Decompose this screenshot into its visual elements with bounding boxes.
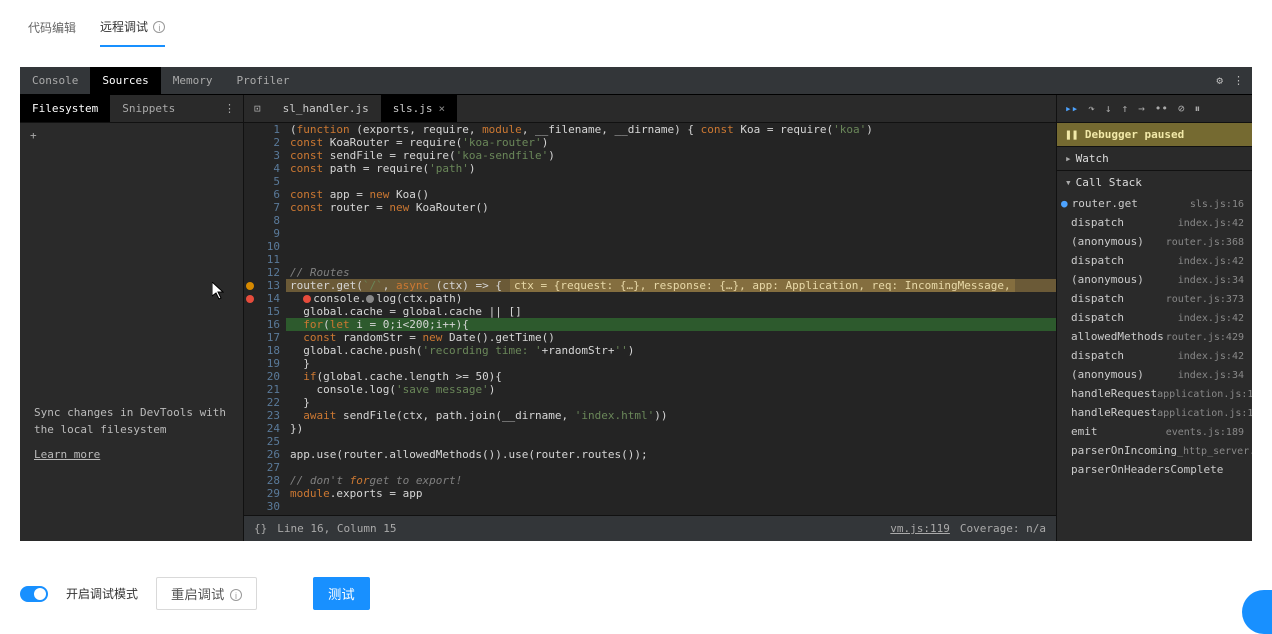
help-fab[interactable] xyxy=(1242,590,1272,634)
devtools-panel: Console Sources Memory Profiler ⚙ ⋮ File… xyxy=(20,67,1252,541)
deactivate-bp-icon[interactable]: •• xyxy=(1155,102,1168,115)
callstack-frame[interactable]: dispatchindex.js:42 xyxy=(1057,213,1252,232)
page-tabs: 代码编辑 远程调试 i xyxy=(0,0,1272,47)
debugger-toolbar: ▸▸ ↷ ↓ ↑ → •• ⊘ ⏸ xyxy=(1057,95,1252,123)
tab-remote-debug[interactable]: 远程调试 i xyxy=(100,10,165,47)
step-out-icon[interactable]: ↑ xyxy=(1122,102,1129,115)
debugger-paused-banner: ❚❚ Debugger paused xyxy=(1057,123,1252,146)
add-folder-button[interactable]: + xyxy=(20,123,243,148)
vm-link[interactable]: vm.js:119 xyxy=(890,522,950,535)
callstack-frame[interactable]: handleRequestapplication.js:168 xyxy=(1057,384,1252,403)
file-nav-icon[interactable]: ⊡ xyxy=(244,102,271,115)
restart-debug-button[interactable]: 重启调试 i xyxy=(156,577,257,610)
callstack-frame[interactable]: allowedMethodsrouter.js:429 xyxy=(1057,327,1252,346)
callstack-frame[interactable]: parserOnIncoming_http_server.js:676 xyxy=(1057,441,1252,460)
callstack-frame[interactable]: (anonymous)index.js:34 xyxy=(1057,365,1252,384)
step-into-icon[interactable]: ↓ xyxy=(1105,102,1112,115)
file-tab-sls[interactable]: sls.js × xyxy=(381,95,457,122)
bottom-bar: 开启调试模式 重启调试 i 测试 xyxy=(0,561,1272,626)
debug-pause-icon[interactable]: ⏸ xyxy=(1195,102,1201,116)
sidebar-more-icon[interactable]: ⋮ xyxy=(216,102,243,115)
tab-memory[interactable]: Memory xyxy=(161,67,225,94)
tab-code-edit[interactable]: 代码编辑 xyxy=(28,11,76,46)
test-button[interactable]: 测试 xyxy=(313,577,370,610)
tab-sources[interactable]: Sources xyxy=(90,67,160,94)
callstack-frame[interactable]: dispatchrouter.js:373 xyxy=(1057,289,1252,308)
editor-pane: ⊡ sl_handler.js sls.js × 123456789101112… xyxy=(244,95,1056,541)
callstack-frame[interactable]: dispatchindex.js:42 xyxy=(1057,251,1252,270)
debugger-panel: ▸▸ ↷ ↓ ↑ → •• ⊘ ⏸ ❚❚ Debugger paused ▸Wa… xyxy=(1056,95,1252,541)
info-icon[interactable]: i xyxy=(153,21,165,33)
code-area[interactable]: (function (exports, require, module, __f… xyxy=(286,123,1056,515)
callstack-frame[interactable]: emitevents.js:189 xyxy=(1057,422,1252,441)
pause-exception-icon[interactable]: ⊘ xyxy=(1178,102,1185,115)
step-over-icon[interactable]: ↷ xyxy=(1088,102,1095,115)
line-gutter[interactable]: 1234567891011121314151617181920212223242… xyxy=(244,123,286,515)
callstack-frame[interactable]: handleRequestapplication.js:150 xyxy=(1057,403,1252,422)
sidebar-tab-snippets[interactable]: Snippets xyxy=(110,95,187,122)
callstack-frame[interactable]: dispatchindex.js:42 xyxy=(1057,346,1252,365)
tab-remote-debug-label: 远程调试 xyxy=(100,20,148,34)
callstack-frame[interactable]: router.getsls.js:16 xyxy=(1057,194,1252,213)
watch-section[interactable]: ▸Watch xyxy=(1057,146,1252,170)
callstack-frame[interactable]: (anonymous)router.js:368 xyxy=(1057,232,1252,251)
debug-mode-toggle[interactable] xyxy=(20,586,48,602)
close-icon[interactable]: × xyxy=(438,102,445,115)
coverage-label: Coverage: n/a xyxy=(960,522,1046,535)
learn-more-link[interactable]: Learn more xyxy=(20,448,243,461)
callstack-list: router.getsls.js:16dispatchindex.js:42(a… xyxy=(1057,194,1252,541)
callstack-frame[interactable]: parserOnHeadersComplete xyxy=(1057,460,1252,479)
tab-console[interactable]: Console xyxy=(20,67,90,94)
callstack-section-header[interactable]: ▾Call Stack xyxy=(1057,170,1252,194)
info-icon: i xyxy=(230,589,242,601)
tab-profiler[interactable]: Profiler xyxy=(224,67,301,94)
callstack-frame[interactable]: dispatchindex.js:42 xyxy=(1057,308,1252,327)
file-tab-sl-handler[interactable]: sl_handler.js xyxy=(271,95,381,122)
sidebar-tab-filesystem[interactable]: Filesystem xyxy=(20,95,110,122)
devtools-tabs: Console Sources Memory Profiler ⚙ ⋮ xyxy=(20,67,1252,95)
sources-sidebar: Filesystem Snippets ⋮ + Sync changes in … xyxy=(20,95,244,541)
pretty-print-icon[interactable]: {} xyxy=(254,522,267,535)
editor-status-bar: {} Line 16, Column 15 vm.js:119 Coverage… xyxy=(244,515,1056,541)
cursor-position: Line 16, Column 15 xyxy=(277,522,396,535)
gear-icon[interactable]: ⚙ xyxy=(1216,74,1223,87)
resume-icon[interactable]: ▸▸ xyxy=(1065,102,1078,115)
filesystem-sync-message: Sync changes in DevTools with the local … xyxy=(20,405,243,448)
kebab-icon[interactable]: ⋮ xyxy=(1233,74,1244,87)
callstack-frame[interactable]: (anonymous)index.js:34 xyxy=(1057,270,1252,289)
step-icon[interactable]: → xyxy=(1138,102,1145,115)
debug-mode-label: 开启调试模式 xyxy=(66,585,138,602)
